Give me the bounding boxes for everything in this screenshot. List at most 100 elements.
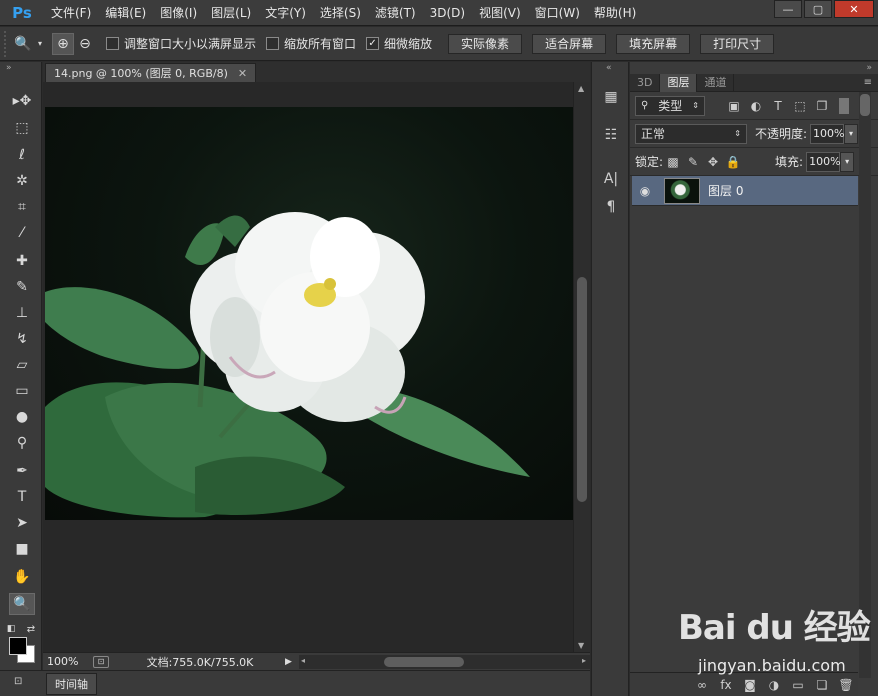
- pixel-filter-icon[interactable]: ▣: [723, 99, 745, 113]
- horizontal-scroll-thumb[interactable]: [384, 656, 464, 667]
- menu-layer[interactable]: 图层(L): [204, 0, 258, 26]
- lock-transparent-icon[interactable]: ▩: [663, 155, 683, 169]
- resize-windows-checkbox[interactable]: [106, 37, 119, 50]
- options-grip[interactable]: [4, 30, 12, 57]
- brush-tool-icon[interactable]: ✎: [9, 276, 35, 298]
- vertical-scroll-thumb[interactable]: [577, 277, 587, 502]
- dock-collapse-icon[interactable]: «: [592, 62, 628, 74]
- maximize-button[interactable]: ▢: [804, 0, 832, 18]
- actual-pixels-button[interactable]: 实际像素: [448, 33, 523, 54]
- canvas-horizontal-scrollbar[interactable]: ◂ ▸: [299, 654, 590, 669]
- collapse-arrows-icon[interactable]: »: [0, 62, 41, 74]
- eraser-tool-icon[interactable]: ▱: [9, 354, 35, 376]
- panel-collapse-icon[interactable]: »: [630, 62, 878, 74]
- history-brush-tool-icon[interactable]: ↯: [9, 328, 35, 350]
- tab-3d[interactable]: 3D: [630, 74, 661, 92]
- crop-tool-icon[interactable]: ⌗: [9, 196, 35, 218]
- lasso-tool-icon[interactable]: ℓ: [9, 144, 35, 166]
- menu-type[interactable]: 文字(Y): [258, 0, 313, 26]
- move-tool-icon[interactable]: ▸✥: [9, 90, 35, 112]
- canvas-image[interactable]: [45, 107, 573, 520]
- type-tool-icon[interactable]: T: [9, 486, 35, 508]
- zoom-in-icon[interactable]: ⊕: [52, 32, 74, 55]
- menu-edit[interactable]: 编辑(E): [98, 0, 153, 26]
- scroll-down-icon[interactable]: ▼: [578, 641, 584, 650]
- blur-tool-icon[interactable]: ●: [9, 406, 35, 428]
- status-menu-arrow-icon[interactable]: ▶: [285, 657, 299, 667]
- adjustment-layer-icon[interactable]: ◑: [762, 678, 786, 692]
- zoom-tool-preset-icon[interactable]: 🔍: [12, 33, 34, 55]
- blend-mode-dropdown[interactable]: 正常 ⇕: [635, 123, 747, 144]
- zoom-level[interactable]: 100%: [43, 655, 93, 668]
- clone-stamp-tool-icon[interactable]: ⊥: [9, 302, 35, 324]
- timeline-collapse-icon[interactable]: ⊡: [14, 676, 22, 687]
- fit-screen-button[interactable]: 适合屏幕: [532, 33, 607, 54]
- lock-position-icon[interactable]: ✥: [703, 155, 723, 169]
- character-panel-icon[interactable]: A|: [600, 168, 622, 190]
- layer-filter-dropdown[interactable]: ⚲ 类型 ⇕: [635, 95, 705, 116]
- menu-3d[interactable]: 3D(D): [423, 0, 472, 26]
- panel-menu-icon[interactable]: ≡: [864, 74, 878, 91]
- dodge-tool-icon[interactable]: ⚲: [9, 432, 35, 454]
- minimize-button[interactable]: —: [774, 0, 802, 18]
- menu-image[interactable]: 图像(I): [153, 0, 204, 26]
- scrubby-zoom-checkbox[interactable]: ✓: [366, 37, 380, 50]
- adjustment-filter-icon[interactable]: ◐: [745, 99, 767, 113]
- link-layers-icon[interactable]: ∞: [690, 678, 714, 692]
- foreground-color-swatch[interactable]: [9, 637, 27, 655]
- lock-all-icon[interactable]: 🔒: [723, 155, 743, 169]
- canvas-area[interactable]: [43, 82, 573, 652]
- close-tab-icon[interactable]: ✕: [238, 67, 247, 80]
- canvas-vertical-scrollbar[interactable]: ▲ ▼: [573, 82, 590, 652]
- layer-thumbnail[interactable]: [664, 177, 700, 204]
- zoom-all-checkbox[interactable]: [266, 37, 280, 50]
- tab-channels[interactable]: 通道: [697, 74, 735, 92]
- pen-tool-icon[interactable]: ✒: [9, 460, 35, 482]
- print-size-button[interactable]: 打印尺寸: [700, 33, 775, 54]
- menu-filter[interactable]: 滤镜(T): [368, 0, 423, 26]
- histogram-panel-icon[interactable]: ▦: [600, 86, 622, 108]
- menu-help[interactable]: 帮助(H): [587, 0, 643, 26]
- smart-object-filter-icon[interactable]: ❐: [811, 99, 833, 113]
- type-filter-icon[interactable]: T: [767, 99, 789, 113]
- layers-scrollbar[interactable]: [859, 92, 871, 678]
- status-info-icon[interactable]: ⊡: [93, 655, 109, 668]
- timeline-tab[interactable]: 时间轴: [46, 672, 97, 695]
- scroll-right-icon[interactable]: ▸: [582, 656, 586, 665]
- gradient-tool-icon[interactable]: ▭: [9, 380, 35, 402]
- new-group-icon[interactable]: ▭: [786, 678, 810, 692]
- zoom-out-icon[interactable]: ⊖: [74, 33, 96, 55]
- new-layer-icon[interactable]: ❏: [810, 678, 834, 692]
- healing-brush-tool-icon[interactable]: ✚: [9, 250, 35, 272]
- document-tab[interactable]: 14.png @ 100% (图层 0, RGB/8) ✕: [45, 63, 257, 82]
- hand-tool-icon[interactable]: ✋: [9, 566, 35, 588]
- lock-pixels-icon[interactable]: ✎: [683, 155, 703, 169]
- layer-style-icon[interactable]: fx: [714, 678, 738, 692]
- opacity-input[interactable]: 100%: [810, 123, 845, 144]
- zoom-all-option[interactable]: 缩放所有窗口: [266, 35, 356, 52]
- path-selection-tool-icon[interactable]: ➤: [9, 512, 35, 534]
- resize-windows-option[interactable]: 调整窗口大小以满屏显示: [106, 35, 256, 52]
- history-panel-icon[interactable]: ☷: [600, 124, 622, 146]
- scroll-left-icon[interactable]: ◂: [301, 656, 305, 665]
- paragraph-panel-icon[interactable]: ¶: [600, 196, 622, 218]
- fill-input[interactable]: 100%: [806, 151, 841, 172]
- fill-slider-button[interactable]: ▾: [840, 151, 855, 172]
- layer-name[interactable]: 图层 0: [708, 182, 743, 199]
- fill-screen-button[interactable]: 填充屏幕: [616, 33, 691, 54]
- menu-select[interactable]: 选择(S): [313, 0, 368, 26]
- shape-filter-icon[interactable]: ⬚: [789, 99, 811, 113]
- add-mask-icon[interactable]: ◙: [738, 678, 762, 692]
- scroll-up-icon[interactable]: ▲: [578, 84, 584, 93]
- tab-layers[interactable]: 图层: [660, 74, 698, 92]
- menu-view[interactable]: 视图(V): [472, 0, 528, 26]
- delete-layer-icon[interactable]: 🗑: [834, 678, 858, 692]
- eyedropper-tool-icon[interactable]: ⁄: [9, 222, 35, 244]
- zoom-tool-icon[interactable]: 🔍: [9, 593, 35, 615]
- filter-toggle[interactable]: [839, 97, 849, 114]
- layers-scroll-thumb[interactable]: [860, 94, 870, 116]
- menu-file[interactable]: 文件(F): [44, 0, 98, 26]
- close-button[interactable]: ✕: [834, 0, 874, 18]
- shape-tool-icon[interactable]: ■: [9, 538, 35, 560]
- opacity-slider-button[interactable]: ▾: [844, 123, 859, 144]
